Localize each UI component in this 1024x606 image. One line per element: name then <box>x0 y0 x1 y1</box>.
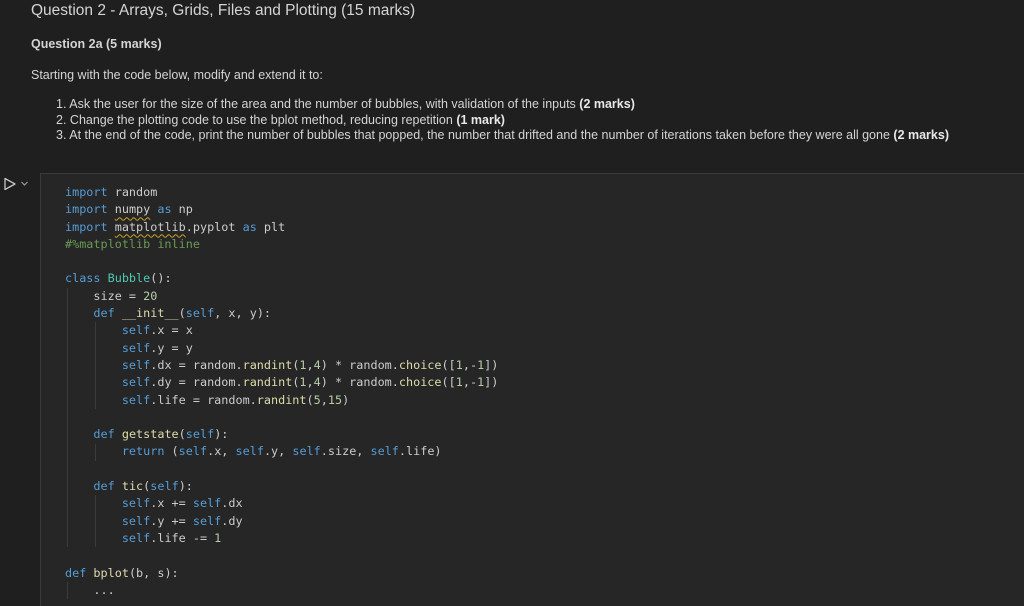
code-line: self.y = y <box>121 340 193 355</box>
indent-guide <box>95 322 97 409</box>
code-line: ​ <box>65 253 498 270</box>
task-number: 2. <box>56 112 67 127</box>
code-cell[interactable]: import random import numpy as np import ma… <box>40 173 1024 606</box>
task-marks: (1 mark) <box>456 112 505 127</box>
code-line: self.dx = random.randint(1,4) * random.c… <box>121 357 499 372</box>
task-marks: (2 marks) <box>893 128 949 142</box>
task-item: 2. Change the plotting code to use the b… <box>56 113 949 129</box>
code-line: self.x += self.dx <box>121 496 243 511</box>
code-line: self.x = x <box>121 323 193 338</box>
cell-toolbar <box>0 174 40 204</box>
code-line: ​ <box>65 461 498 478</box>
play-icon[interactable] <box>3 177 17 191</box>
code-line: return (self.x, self.y, self.size, self.… <box>121 444 442 459</box>
code-line: size = 20 <box>65 288 158 303</box>
code-line: self.y += self.dy <box>121 513 243 528</box>
task-text: Change the plotting code to use the bplo… <box>69 112 453 127</box>
indent-guide <box>67 287 68 548</box>
task-list: 1. Ask the user for the size of the area… <box>56 97 949 144</box>
task-number: 1. <box>56 97 67 111</box>
code-line: import matplotlib.pyplot as plt <box>65 219 286 234</box>
code-line: ​ <box>65 547 498 564</box>
code-line: def tic(self): <box>93 479 193 494</box>
code-line: class Bubble(): <box>65 271 172 286</box>
task-text: Ask the user for the size of the area an… <box>69 97 576 111</box>
code-line: import numpy as np <box>65 202 193 217</box>
code-line: def getstate(self): <box>93 427 229 442</box>
code-line: def __init__(self, x, y): <box>93 306 272 321</box>
indent-guide <box>67 581 68 600</box>
code-editor[interactable]: import random import numpy as np import ma… <box>65 184 499 600</box>
code-line: self.life -= 1 <box>121 530 222 545</box>
code-line: def bplot(b, s): <box>65 565 179 580</box>
task-item: 3. At the end of the code, print the num… <box>56 128 949 144</box>
task-number: 3. <box>56 128 67 142</box>
indent-guide <box>95 495 97 548</box>
code-line: ... <box>65 582 115 597</box>
indent-guide <box>95 443 97 461</box>
question-subheading: Question 2a (5 marks) <box>31 37 162 51</box>
task-text: At the end of the code, print the number… <box>69 128 890 142</box>
code-line: ​ <box>65 409 498 426</box>
code-line: #%matplotlib inline <box>65 236 200 251</box>
code-line: import random <box>65 185 158 199</box>
intro-text: Starting with the code below, modify and… <box>31 68 323 82</box>
task-item: 1. Ask the user for the size of the area… <box>56 97 949 113</box>
question-heading: Question 2 - Arrays, Grids, Files and Pl… <box>31 2 416 19</box>
code-line: self.dy = random.randint(1,4) * random.c… <box>121 375 499 390</box>
task-marks: (2 marks) <box>579 97 635 111</box>
chevron-down-icon[interactable] <box>20 179 29 188</box>
code-line: self.life = random.randint(5,15) <box>121 392 350 407</box>
